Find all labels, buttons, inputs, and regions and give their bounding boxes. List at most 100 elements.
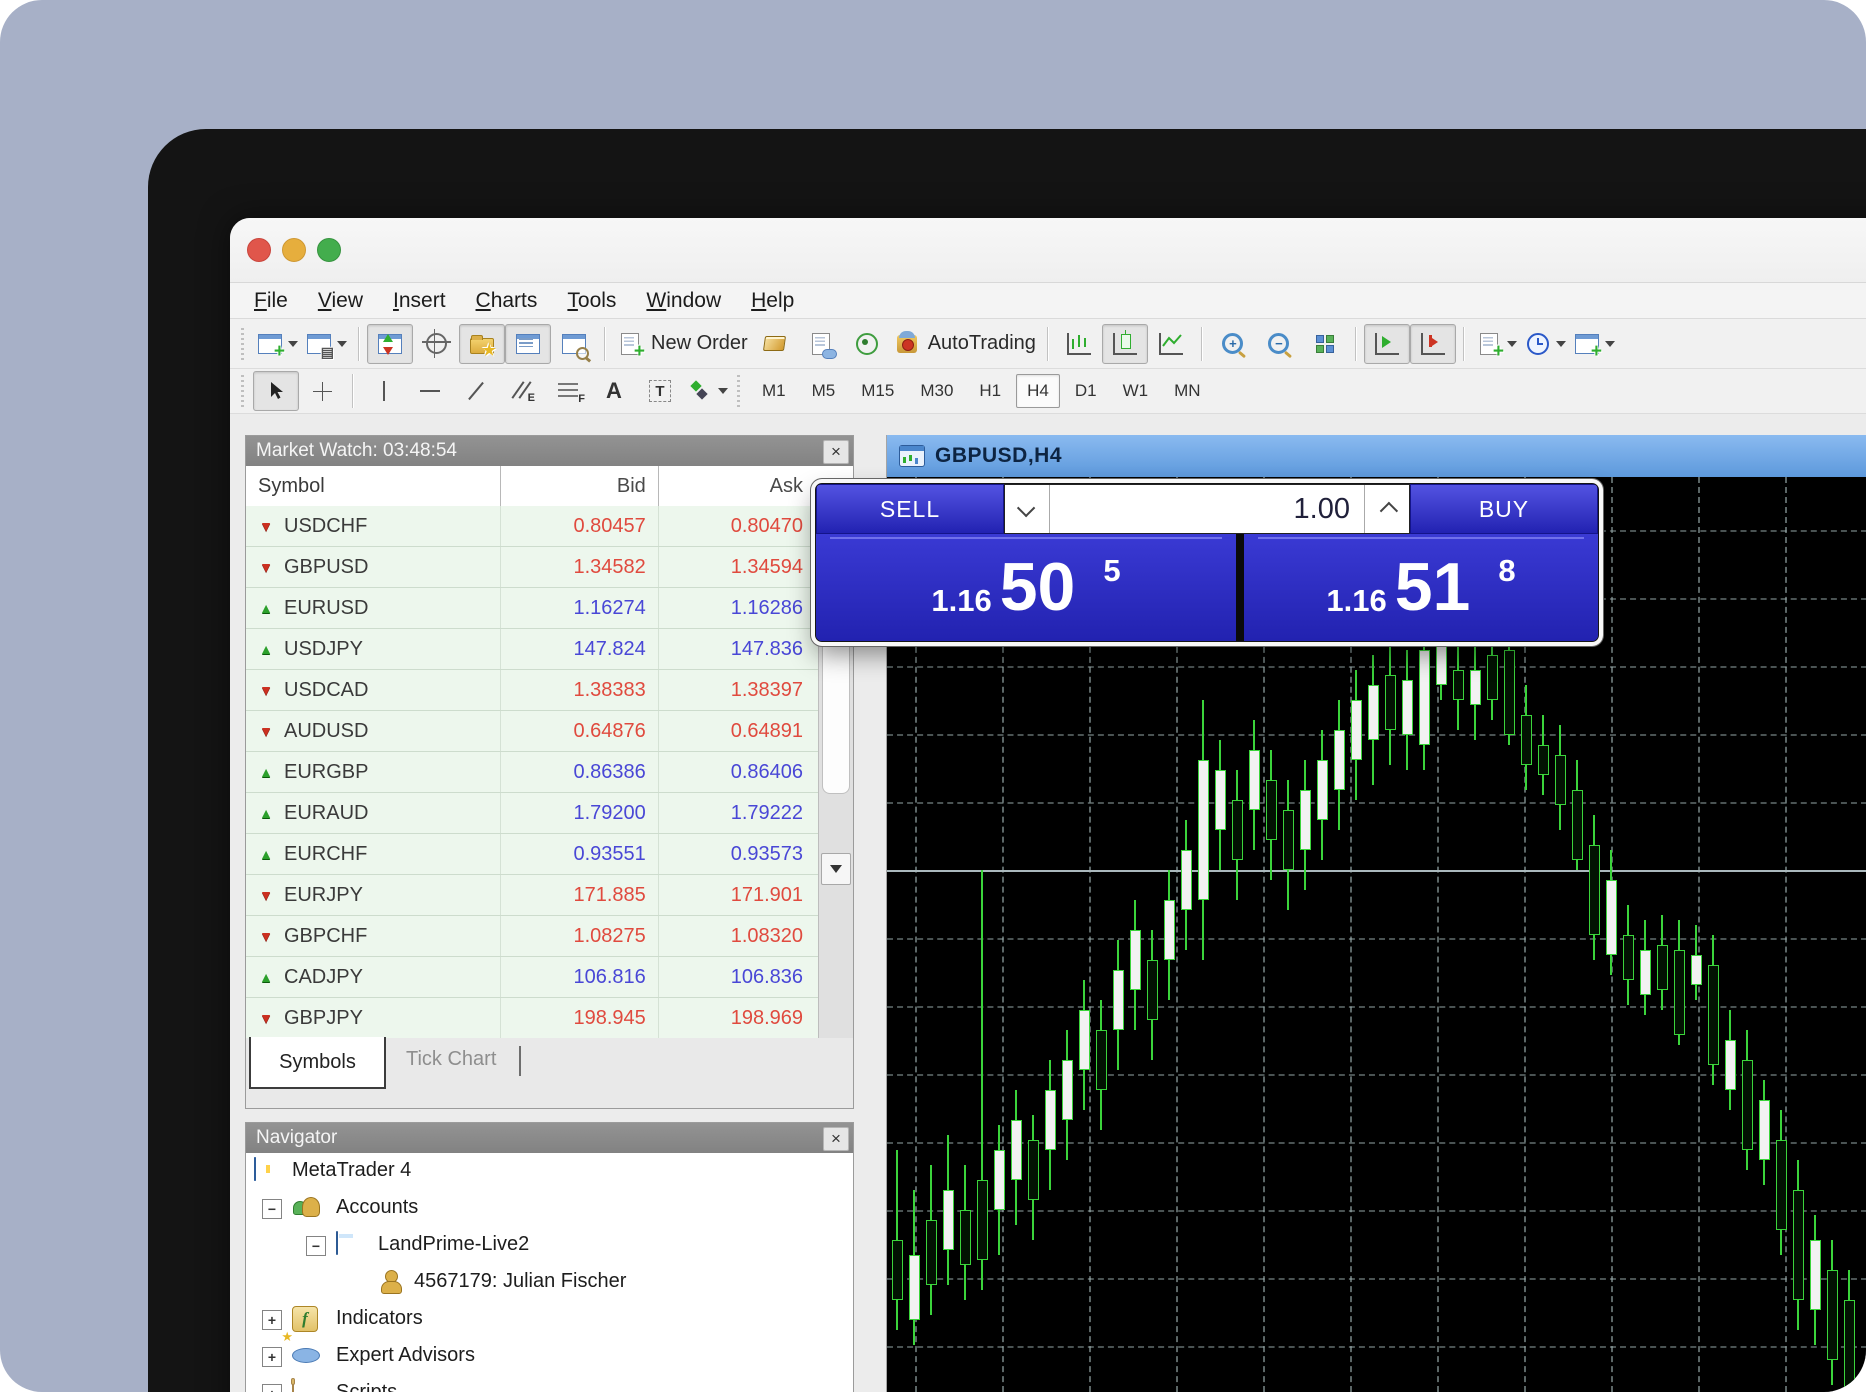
nav-item-indicators[interactable]: +fIndicators xyxy=(246,1301,853,1338)
indicators-list-button[interactable]: + xyxy=(1472,324,1521,364)
column-header-symbol[interactable]: Symbol xyxy=(246,466,501,506)
arrows-tool[interactable] xyxy=(683,371,732,411)
data-window-toggle[interactable] xyxy=(413,324,459,364)
cursor-tool[interactable] xyxy=(253,371,299,411)
menu-charts[interactable]: Charts xyxy=(470,289,562,313)
timeframe-h4[interactable]: H4 xyxy=(1016,374,1060,408)
scrollbar-thumb[interactable] xyxy=(822,637,850,794)
timeframe-m15[interactable]: M15 xyxy=(850,374,905,408)
signals-button[interactable] xyxy=(844,324,890,364)
collapse-icon[interactable]: − xyxy=(306,1236,326,1256)
community-button[interactable] xyxy=(798,324,844,364)
nav-item-landprime-live2[interactable]: −LandPrime-Live2 xyxy=(246,1227,853,1264)
market-watch-row-eurjpy[interactable]: ▼EURJPY171.885171.901 xyxy=(246,875,819,916)
bar-chart-mode-button[interactable] xyxy=(1056,324,1102,364)
column-header-ask[interactable]: Ask xyxy=(659,466,819,506)
timeframe-h1[interactable]: H1 xyxy=(968,374,1012,408)
market-watch-titlebar[interactable]: Market Watch: 03:48:54 × xyxy=(246,436,853,466)
timeframe-mn[interactable]: MN xyxy=(1163,374,1211,408)
menu-insert[interactable]: Insert xyxy=(387,289,470,313)
nav-item-4567179-julian-fischer[interactable]: 4567179: Julian Fischer xyxy=(246,1264,853,1301)
market-watch-row-audusd[interactable]: ▼AUDUSD0.648760.64891 xyxy=(246,711,819,752)
market-watch-row-usdjpy[interactable]: ▲USDJPY147.824147.836 xyxy=(246,629,819,670)
timeframe-m30[interactable]: M30 xyxy=(909,374,964,408)
volume-increase-button[interactable] xyxy=(1364,485,1409,533)
market-watch-row-cadjpy[interactable]: ▲CADJPY106.816106.836 xyxy=(246,957,819,998)
horizontal-line-tool[interactable] xyxy=(407,371,453,411)
chart-profiles-button[interactable]: ▤ xyxy=(302,324,351,364)
menu-help[interactable]: Help xyxy=(745,289,818,313)
dropdown-caret-icon[interactable] xyxy=(1556,341,1566,347)
tab-symbols[interactable]: Symbols xyxy=(249,1037,386,1089)
chart-titlebar[interactable]: GBPUSD,H4 xyxy=(887,435,1866,478)
column-header-bid[interactable]: Bid xyxy=(501,466,659,506)
strategy-tester-toggle[interactable] xyxy=(551,324,597,364)
navigator-titlebar[interactable]: Navigator × xyxy=(246,1123,853,1153)
market-watch-row-gbpjpy[interactable]: ▼GBPJPY198.945198.969 xyxy=(246,998,819,1039)
new-chart-button[interactable]: + xyxy=(253,324,302,364)
buy-price[interactable]: 1.16 51 8 xyxy=(1244,534,1598,641)
nav-item-expert-advisors[interactable]: +Expert Advisors xyxy=(246,1338,853,1375)
market-watch-row-euraud[interactable]: ▲EURAUD1.792001.79222 xyxy=(246,793,819,834)
scrollbar-down-button[interactable] xyxy=(821,853,851,885)
tab-tick-chart[interactable]: Tick Chart xyxy=(406,1048,496,1071)
nav-item-metatrader-4[interactable]: MetaTrader 4 xyxy=(246,1153,853,1190)
candle-chart-mode-button[interactable] xyxy=(1102,324,1148,364)
volume-input[interactable]: 1.00 xyxy=(1050,485,1364,533)
dropdown-caret-icon[interactable] xyxy=(1605,341,1615,347)
expand-icon[interactable]: + xyxy=(262,1347,282,1367)
expand-icon[interactable]: + xyxy=(262,1310,282,1330)
buy-button[interactable]: BUY xyxy=(1410,484,1598,534)
sell-button[interactable]: SELL xyxy=(816,484,1004,534)
dropdown-caret-icon[interactable] xyxy=(1507,341,1517,347)
new-order-button[interactable]: +New Order xyxy=(613,324,752,364)
market-watch-row-eurusd[interactable]: ▲EURUSD1.162741.16286 xyxy=(246,588,819,629)
deposit-button[interactable] xyxy=(752,324,798,364)
expand-icon[interactable]: + xyxy=(262,1384,282,1392)
menu-tools[interactable]: Tools xyxy=(561,289,640,313)
tile-windows-button[interactable] xyxy=(1302,324,1348,364)
trendline-tool[interactable] xyxy=(453,371,499,411)
menu-window[interactable]: Window xyxy=(640,289,745,313)
close-button[interactable] xyxy=(247,238,271,262)
menu-view[interactable]: View xyxy=(312,289,387,313)
vertical-line-tool[interactable] xyxy=(361,371,407,411)
market-watch-row-eurgbp[interactable]: ▲EURGBP0.863860.86406 xyxy=(246,752,819,793)
sell-price[interactable]: 1.16 50 5 xyxy=(816,534,1236,641)
terminal-toggle[interactable] xyxy=(505,324,551,364)
navigator-close-icon[interactable]: × xyxy=(823,1127,849,1151)
crosshair-tool[interactable] xyxy=(299,371,345,411)
market-watch-row-gbpusd[interactable]: ▼GBPUSD1.345821.34594 xyxy=(246,547,819,588)
market-watch-row-eurchf[interactable]: ▲EURCHF0.935510.93573 xyxy=(246,834,819,875)
collapse-icon[interactable]: − xyxy=(262,1199,282,1219)
fibonacci-tool[interactable]: F xyxy=(545,371,591,411)
channel-tool[interactable]: E xyxy=(499,371,545,411)
periods-button[interactable] xyxy=(1521,324,1570,364)
market-watch-row-usdchf[interactable]: ▼USDCHF0.804570.80470 xyxy=(246,506,819,547)
zoom-button[interactable] xyxy=(317,238,341,262)
dropdown-caret-icon[interactable] xyxy=(337,341,347,347)
text-tool[interactable]: A xyxy=(591,371,637,411)
market-watch-row-usdcad[interactable]: ▼USDCAD1.383831.38397 xyxy=(246,670,819,711)
market-watch-close-icon[interactable]: × xyxy=(823,440,849,464)
templates-button[interactable]: + xyxy=(1570,324,1619,364)
menu-file[interactable]: File xyxy=(248,289,312,313)
autotrading-toggle[interactable]: AutoTrading xyxy=(890,324,1040,364)
market-watch-row-gbpchf[interactable]: ▼GBPCHF1.082751.08320 xyxy=(246,916,819,957)
zoom-out-button[interactable]: − xyxy=(1256,324,1302,364)
nav-item-accounts[interactable]: −Accounts xyxy=(246,1190,853,1227)
chart-shift-toggle[interactable] xyxy=(1410,324,1456,364)
timeframe-w1[interactable]: W1 xyxy=(1112,374,1160,408)
dropdown-caret-icon[interactable] xyxy=(718,388,728,394)
volume-decrease-button[interactable] xyxy=(1005,485,1050,533)
auto-scroll-toggle[interactable] xyxy=(1364,324,1410,364)
navigator-toggle[interactable]: ★ xyxy=(459,324,505,364)
minimize-button[interactable] xyxy=(282,238,306,262)
timeframe-m1[interactable]: M1 xyxy=(751,374,797,408)
dropdown-caret-icon[interactable] xyxy=(288,341,298,347)
nav-item-scripts[interactable]: +Scripts xyxy=(246,1375,853,1392)
market-watch-toggle[interactable] xyxy=(367,324,413,364)
line-chart-mode-button[interactable] xyxy=(1148,324,1194,364)
text-label-tool[interactable]: T xyxy=(637,371,683,411)
zoom-in-button[interactable]: + xyxy=(1210,324,1256,364)
